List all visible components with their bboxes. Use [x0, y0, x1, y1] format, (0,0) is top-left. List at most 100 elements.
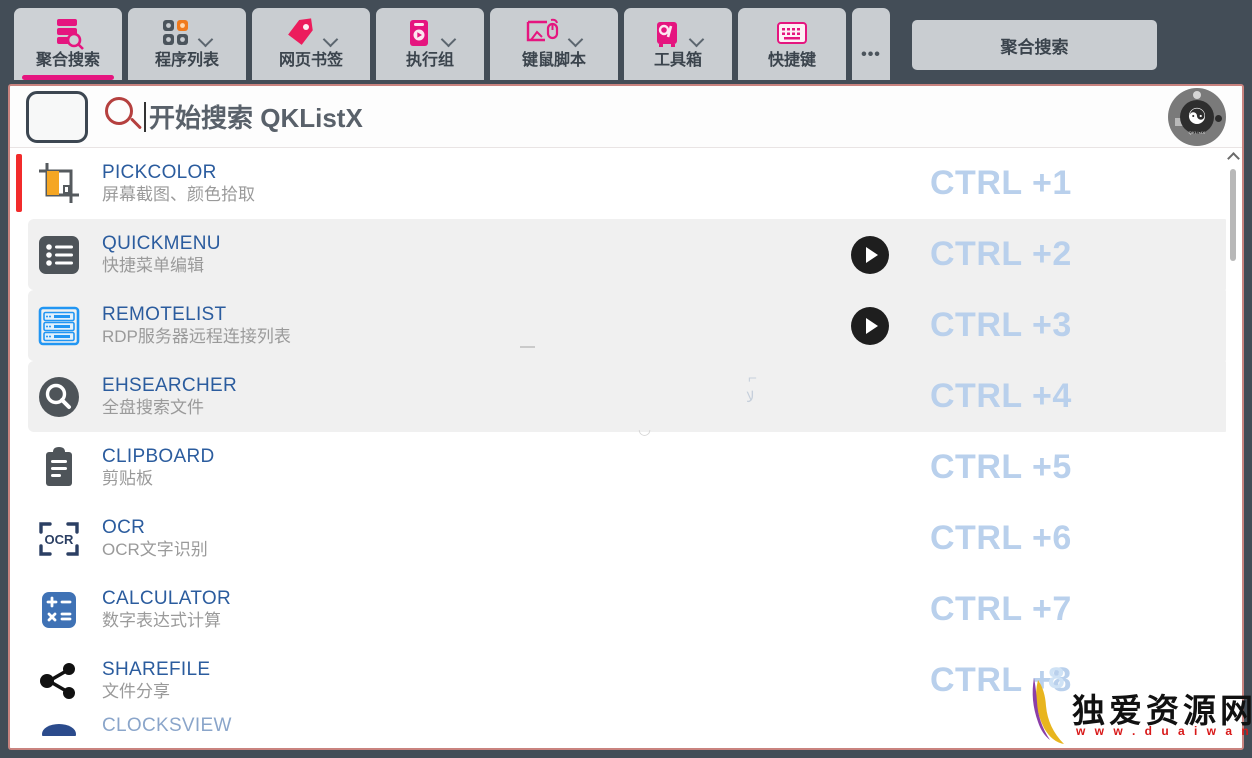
- tab-exec-group[interactable]: 执行组: [376, 8, 484, 80]
- list-item[interactable]: CALCULATOR 数字表达式计算 CTRL +7: [28, 574, 1230, 645]
- play-triangle-icon: [866, 317, 878, 334]
- list-item-texts: SHAREFILE 文件分享: [102, 658, 810, 704]
- keyboard-mouse-script-icon: [525, 18, 561, 48]
- list-item-desc: 数字表达式计算: [102, 611, 221, 631]
- ocr-scan-icon: OCR: [28, 511, 90, 567]
- main-panel: 开始搜索 QKListX ☯ QKListX PICKCOLOR 屏幕截图、颜色…: [8, 84, 1244, 750]
- svg-text:OCR: OCR: [45, 532, 75, 547]
- tab-label: 执行组: [405, 52, 454, 69]
- avatar-dot-right: [1215, 114, 1222, 122]
- tab-hotkeys[interactable]: 快捷键: [738, 8, 846, 80]
- list-menu-icon: [28, 227, 90, 283]
- list-item-texts: PICKCOLOR 屏幕截图、颜色拾取: [102, 161, 810, 207]
- app-grid-icon: [161, 18, 191, 48]
- toolbox-icon: [652, 18, 682, 48]
- play-slot: [810, 235, 930, 274]
- list-item[interactable]: REMOTELIST RDP服务器远程连接列表 CTRL +3: [28, 290, 1230, 361]
- list-scrollbar[interactable]: [1226, 149, 1240, 747]
- list-item[interactable]: QUICKMENU 快捷菜单编辑 CTRL +2: [28, 219, 1230, 290]
- scrollbar-thumb[interactable]: [1230, 169, 1236, 261]
- selected-indicator: [16, 154, 22, 212]
- list-item-name: CALCULATOR: [102, 587, 231, 609]
- list-item-shortcut: CTRL +4: [930, 377, 1072, 415]
- top-toolbar: 聚合搜索 程序列表 网页书签 执行组 键鼠脚本 工具箱 快捷键 ••• 聚合搜索: [0, 0, 1252, 82]
- play-button[interactable]: [851, 235, 889, 274]
- search-icon-ring: [105, 96, 133, 125]
- play-button[interactable]: [851, 306, 889, 345]
- yinyang-glyph: ☯: [1187, 103, 1207, 129]
- list-item[interactable]: EHSEARCHER 全盘搜索文件 CTRL +4: [28, 361, 1230, 432]
- list-item-shortcut: CTRL +1: [930, 164, 1072, 202]
- app-window: 聚合搜索 程序列表 网页书签 执行组 键鼠脚本 工具箱 快捷键 ••• 聚合搜索…: [0, 0, 1252, 758]
- aggregate-search-button[interactable]: 聚合搜索: [912, 20, 1157, 70]
- tab-icon-wrap: [490, 15, 618, 51]
- list-item-texts: CALCULATOR 数字表达式计算: [102, 587, 810, 633]
- list-item-name: QUICKMENU: [102, 232, 221, 254]
- list-item-shortcut: CTRL +8: [930, 661, 1072, 699]
- keyboard-icon: [775, 19, 809, 47]
- toolbar-overflow-button[interactable]: •••: [852, 8, 890, 80]
- chevron-down-icon[interactable]: [568, 31, 584, 47]
- list-item-desc: 全盘搜索文件: [102, 398, 204, 418]
- tab-label: 工具箱: [653, 52, 702, 69]
- avatar-dot-top: [1193, 90, 1201, 99]
- list-item[interactable]: SHAREFILE 文件分享 CTRL +8: [28, 645, 1230, 716]
- database-search-icon: [51, 16, 85, 50]
- search-bar: 开始搜索 QKListX ☯ QKListX: [10, 86, 1242, 148]
- overflow-dots-icon: •••: [861, 45, 881, 63]
- tab-aggregate-search[interactable]: 聚合搜索: [14, 8, 122, 80]
- chevron-down-icon[interactable]: [441, 31, 457, 47]
- aggregate-search-button-label: 聚合搜索: [1000, 37, 1069, 57]
- active-tab-underline: [22, 75, 114, 80]
- list-item-name: EHSEARCHER: [102, 374, 237, 396]
- tab-program-list[interactable]: 程序列表: [128, 8, 246, 80]
- list-item-shortcut: CTRL +2: [930, 235, 1072, 273]
- tab-keyboard-mouse-script[interactable]: 键鼠脚本: [490, 8, 618, 80]
- list-item[interactable]: OCR OCR OCR文字识别 CTRL +6: [28, 503, 1230, 574]
- partial-item-icon: [28, 716, 90, 736]
- search-icon-handle: [129, 116, 143, 130]
- tab-icon-wrap: [376, 15, 484, 51]
- list-item-texts: OCR OCR文字识别: [102, 516, 810, 562]
- list-item[interactable]: CLIPBOARD 剪贴板 CTRL +5: [28, 432, 1230, 503]
- list-item-desc: 剪贴板: [102, 469, 153, 489]
- run-group-icon: [404, 18, 434, 48]
- crop-color-picker-icon: [28, 156, 90, 212]
- list-item-name: CLIPBOARD: [102, 445, 215, 467]
- list-item-desc: OCR文字识别: [102, 540, 208, 560]
- chevron-down-icon[interactable]: [689, 31, 705, 47]
- tab-web-bookmarks[interactable]: 网页书签: [252, 8, 370, 80]
- search-input[interactable]: 开始搜索 QKListX: [149, 98, 1168, 135]
- list-item-name: SHAREFILE: [102, 658, 211, 680]
- list-item-name: OCR: [102, 516, 146, 538]
- play-triangle-icon: [866, 246, 878, 263]
- list-item-shortcut: CTRL +6: [930, 519, 1072, 557]
- share-nodes-icon: [28, 653, 90, 709]
- list-item-shortcut: CTRL +5: [930, 448, 1072, 486]
- tab-label: 快捷键: [767, 52, 816, 69]
- list-item-shortcut: CTRL +3: [930, 306, 1072, 344]
- list-item-texts: EHSEARCHER 全盘搜索文件: [102, 374, 810, 420]
- list-item-desc: 快捷菜单编辑: [102, 256, 204, 276]
- chevron-down-icon[interactable]: [323, 31, 339, 47]
- list-item-texts: REMOTELIST RDP服务器远程连接列表: [102, 303, 810, 349]
- yinyang-avatar-icon[interactable]: ☯ QKListX: [1168, 87, 1226, 146]
- tab-icon-wrap: [14, 15, 122, 51]
- list-item-texts: CLIPBOARD 剪贴板: [102, 445, 810, 491]
- tab-label: 网页书签: [278, 52, 343, 69]
- preview-box[interactable]: [26, 90, 88, 143]
- chevron-up-icon[interactable]: [1228, 151, 1238, 161]
- list-item-name: CLOCKSVIEW: [102, 716, 232, 736]
- tab-toolbox[interactable]: 工具箱: [624, 8, 732, 80]
- tool-list: PICKCOLOR 屏幕截图、颜色拾取 CTRL +1 QUICKMENU 快捷…: [10, 148, 1242, 748]
- tab-label: 程序列表: [154, 52, 219, 69]
- chevron-down-icon[interactable]: [198, 31, 214, 47]
- list-item-desc: 屏幕截图、颜色拾取: [102, 185, 255, 205]
- list-item-desc: 文件分享: [102, 682, 170, 702]
- tab-icon-wrap: [128, 15, 246, 51]
- tab-label: 聚合搜索: [35, 52, 100, 69]
- list-item[interactable]: PICKCOLOR 屏幕截图、颜色拾取 CTRL +1: [16, 148, 1230, 219]
- tab-icon-wrap: [738, 15, 846, 51]
- magnifier-circle-icon: [28, 369, 90, 425]
- list-item[interactable]: CLOCKSVIEW: [28, 716, 1230, 736]
